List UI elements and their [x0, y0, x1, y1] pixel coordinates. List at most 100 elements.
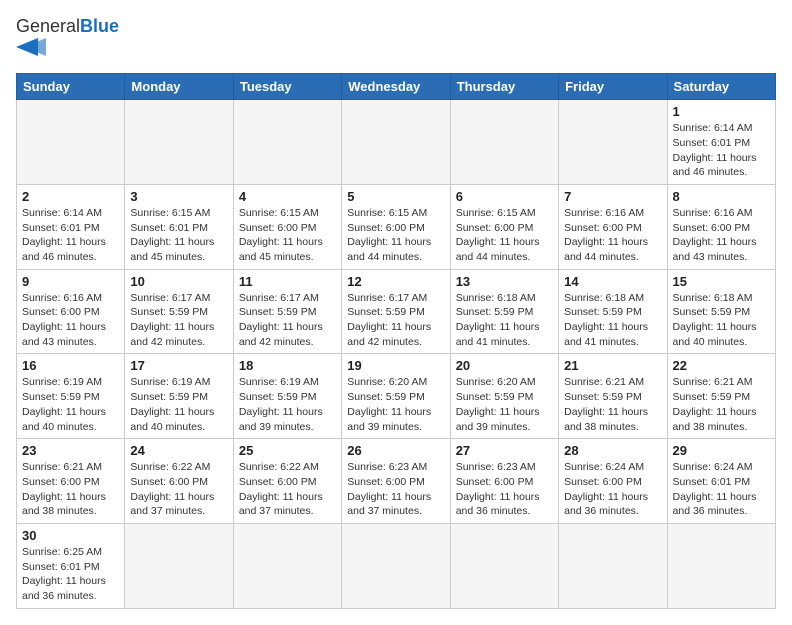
- day-number: 10: [130, 274, 227, 289]
- day-number: 1: [673, 104, 770, 119]
- day-info: Sunrise: 6:16 AM Sunset: 6:00 PM Dayligh…: [22, 291, 119, 350]
- day-info: Sunrise: 6:24 AM Sunset: 6:00 PM Dayligh…: [564, 460, 661, 519]
- day-info: Sunrise: 6:16 AM Sunset: 6:00 PM Dayligh…: [673, 206, 770, 265]
- week-row-6: 30 Sunrise: 6:25 AM Sunset: 6:01 PM Dayli…: [17, 523, 776, 608]
- day-number: 24: [130, 443, 227, 458]
- calendar-cell: 9 Sunrise: 6:16 AM Sunset: 6:00 PM Daylig…: [17, 269, 125, 354]
- day-info: Sunrise: 6:15 AM Sunset: 6:01 PM Dayligh…: [130, 206, 227, 265]
- calendar-cell: 2Sunrise: 6:14 AM Sunset: 6:01 PM Daylig…: [17, 184, 125, 269]
- day-info: Sunrise: 6:23 AM Sunset: 6:00 PM Dayligh…: [456, 460, 553, 519]
- day-number: 18: [239, 358, 336, 373]
- logo: GeneralBlue: [16, 16, 119, 61]
- calendar-header-row: SundayMondayTuesdayWednesdayThursdayFrid…: [17, 74, 776, 100]
- calendar-cell: 28 Sunrise: 6:24 AM Sunset: 6:00 PM Dayli…: [559, 439, 667, 524]
- calendar-cell: 11 Sunrise: 6:17 AM Sunset: 5:59 PM Dayli…: [233, 269, 341, 354]
- calendar-cell: [125, 523, 233, 608]
- day-number: 16: [22, 358, 119, 373]
- calendar-cell: 20Sunrise: 6:20 AM Sunset: 5:59 PM Dayli…: [450, 354, 558, 439]
- day-number: 11: [239, 274, 336, 289]
- day-info: Sunrise: 6:21 AM Sunset: 6:00 PM Dayligh…: [22, 460, 119, 519]
- day-info: Sunrise: 6:17 AM Sunset: 5:59 PM Dayligh…: [239, 291, 336, 350]
- column-header-wednesday: Wednesday: [342, 74, 450, 100]
- week-row-5: 23 Sunrise: 6:21 AM Sunset: 6:00 PM Dayli…: [17, 439, 776, 524]
- calendar-cell: [342, 100, 450, 185]
- day-number: 21: [564, 358, 661, 373]
- calendar-cell: 8 Sunrise: 6:16 AM Sunset: 6:00 PM Daylig…: [667, 184, 775, 269]
- page-header: GeneralBlue: [16, 16, 776, 61]
- calendar-cell: [450, 523, 558, 608]
- day-info: Sunrise: 6:19 AM Sunset: 5:59 PM Dayligh…: [22, 375, 119, 434]
- calendar-cell: [233, 100, 341, 185]
- calendar-cell: 24 Sunrise: 6:22 AM Sunset: 6:00 PM Dayli…: [125, 439, 233, 524]
- calendar-cell: [125, 100, 233, 185]
- calendar-cell: 25 Sunrise: 6:22 AM Sunset: 6:00 PM Dayli…: [233, 439, 341, 524]
- calendar-cell: 30 Sunrise: 6:25 AM Sunset: 6:01 PM Dayli…: [17, 523, 125, 608]
- column-header-sunday: Sunday: [17, 74, 125, 100]
- calendar-cell: 15 Sunrise: 6:18 AM Sunset: 5:59 PM Dayli…: [667, 269, 775, 354]
- day-number: 3: [130, 189, 227, 204]
- column-header-thursday: Thursday: [450, 74, 558, 100]
- calendar-cell: 12Sunrise: 6:17 AM Sunset: 5:59 PM Dayli…: [342, 269, 450, 354]
- day-info: Sunrise: 6:21 AM Sunset: 5:59 PM Dayligh…: [564, 375, 661, 434]
- calendar-cell: 14 Sunrise: 6:18 AM Sunset: 5:59 PM Dayli…: [559, 269, 667, 354]
- day-number: 28: [564, 443, 661, 458]
- day-info: Sunrise: 6:19 AM Sunset: 5:59 PM Dayligh…: [239, 375, 336, 434]
- day-number: 8: [673, 189, 770, 204]
- calendar-cell: 4Sunrise: 6:15 AM Sunset: 6:00 PM Daylig…: [233, 184, 341, 269]
- calendar-cell: 18 Sunrise: 6:19 AM Sunset: 5:59 PM Dayli…: [233, 354, 341, 439]
- day-info: Sunrise: 6:21 AM Sunset: 5:59 PM Dayligh…: [673, 375, 770, 434]
- day-info: Sunrise: 6:15 AM Sunset: 6:00 PM Dayligh…: [456, 206, 553, 265]
- calendar-cell: 29Sunrise: 6:24 AM Sunset: 6:01 PM Dayli…: [667, 439, 775, 524]
- logo-triangle-icon: [16, 38, 46, 56]
- calendar-cell: 1Sunrise: 6:14 AM Sunset: 6:01 PM Daylig…: [667, 100, 775, 185]
- calendar-cell: 21 Sunrise: 6:21 AM Sunset: 5:59 PM Dayli…: [559, 354, 667, 439]
- day-number: 22: [673, 358, 770, 373]
- day-number: 15: [673, 274, 770, 289]
- calendar-cell: [559, 523, 667, 608]
- day-info: Sunrise: 6:18 AM Sunset: 5:59 PM Dayligh…: [673, 291, 770, 350]
- calendar-cell: [559, 100, 667, 185]
- day-number: 2: [22, 189, 119, 204]
- day-number: 19: [347, 358, 444, 373]
- week-row-1: 1Sunrise: 6:14 AM Sunset: 6:01 PM Daylig…: [17, 100, 776, 185]
- day-info: Sunrise: 6:24 AM Sunset: 6:01 PM Dayligh…: [673, 460, 770, 519]
- day-number: 9: [22, 274, 119, 289]
- week-row-3: 9 Sunrise: 6:16 AM Sunset: 6:00 PM Daylig…: [17, 269, 776, 354]
- day-info: Sunrise: 6:18 AM Sunset: 5:59 PM Dayligh…: [456, 291, 553, 350]
- calendar-cell: [667, 523, 775, 608]
- day-info: Sunrise: 6:25 AM Sunset: 6:01 PM Dayligh…: [22, 545, 119, 604]
- day-info: Sunrise: 6:18 AM Sunset: 5:59 PM Dayligh…: [564, 291, 661, 350]
- calendar-cell: 27Sunrise: 6:23 AM Sunset: 6:00 PM Dayli…: [450, 439, 558, 524]
- calendar-cell: [342, 523, 450, 608]
- day-number: 25: [239, 443, 336, 458]
- calendar-cell: 17 Sunrise: 6:19 AM Sunset: 5:59 PM Dayli…: [125, 354, 233, 439]
- day-info: Sunrise: 6:15 AM Sunset: 6:00 PM Dayligh…: [347, 206, 444, 265]
- calendar-cell: 22 Sunrise: 6:21 AM Sunset: 5:59 PM Dayli…: [667, 354, 775, 439]
- calendar-cell: [17, 100, 125, 185]
- day-number: 26: [347, 443, 444, 458]
- day-info: Sunrise: 6:15 AM Sunset: 6:00 PM Dayligh…: [239, 206, 336, 265]
- column-header-monday: Monday: [125, 74, 233, 100]
- week-row-4: 16 Sunrise: 6:19 AM Sunset: 5:59 PM Dayli…: [17, 354, 776, 439]
- day-info: Sunrise: 6:22 AM Sunset: 6:00 PM Dayligh…: [130, 460, 227, 519]
- day-info: Sunrise: 6:17 AM Sunset: 5:59 PM Dayligh…: [130, 291, 227, 350]
- calendar-cell: 6Sunrise: 6:15 AM Sunset: 6:00 PM Daylig…: [450, 184, 558, 269]
- calendar-table: SundayMondayTuesdayWednesdayThursdayFrid…: [16, 73, 776, 609]
- logo-text: GeneralBlue: [16, 16, 119, 61]
- calendar-cell: [450, 100, 558, 185]
- day-info: Sunrise: 6:22 AM Sunset: 6:00 PM Dayligh…: [239, 460, 336, 519]
- calendar-cell: 3 Sunrise: 6:15 AM Sunset: 6:01 PM Daylig…: [125, 184, 233, 269]
- day-number: 17: [130, 358, 227, 373]
- day-number: 23: [22, 443, 119, 458]
- column-header-saturday: Saturday: [667, 74, 775, 100]
- calendar-cell: 23 Sunrise: 6:21 AM Sunset: 6:00 PM Dayli…: [17, 439, 125, 524]
- day-number: 30: [22, 528, 119, 543]
- day-info: Sunrise: 6:19 AM Sunset: 5:59 PM Dayligh…: [130, 375, 227, 434]
- calendar-cell: 13Sunrise: 6:18 AM Sunset: 5:59 PM Dayli…: [450, 269, 558, 354]
- day-number: 7: [564, 189, 661, 204]
- calendar-cell: 16 Sunrise: 6:19 AM Sunset: 5:59 PM Dayli…: [17, 354, 125, 439]
- column-header-friday: Friday: [559, 74, 667, 100]
- day-info: Sunrise: 6:20 AM Sunset: 5:59 PM Dayligh…: [456, 375, 553, 434]
- day-number: 14: [564, 274, 661, 289]
- day-number: 12: [347, 274, 444, 289]
